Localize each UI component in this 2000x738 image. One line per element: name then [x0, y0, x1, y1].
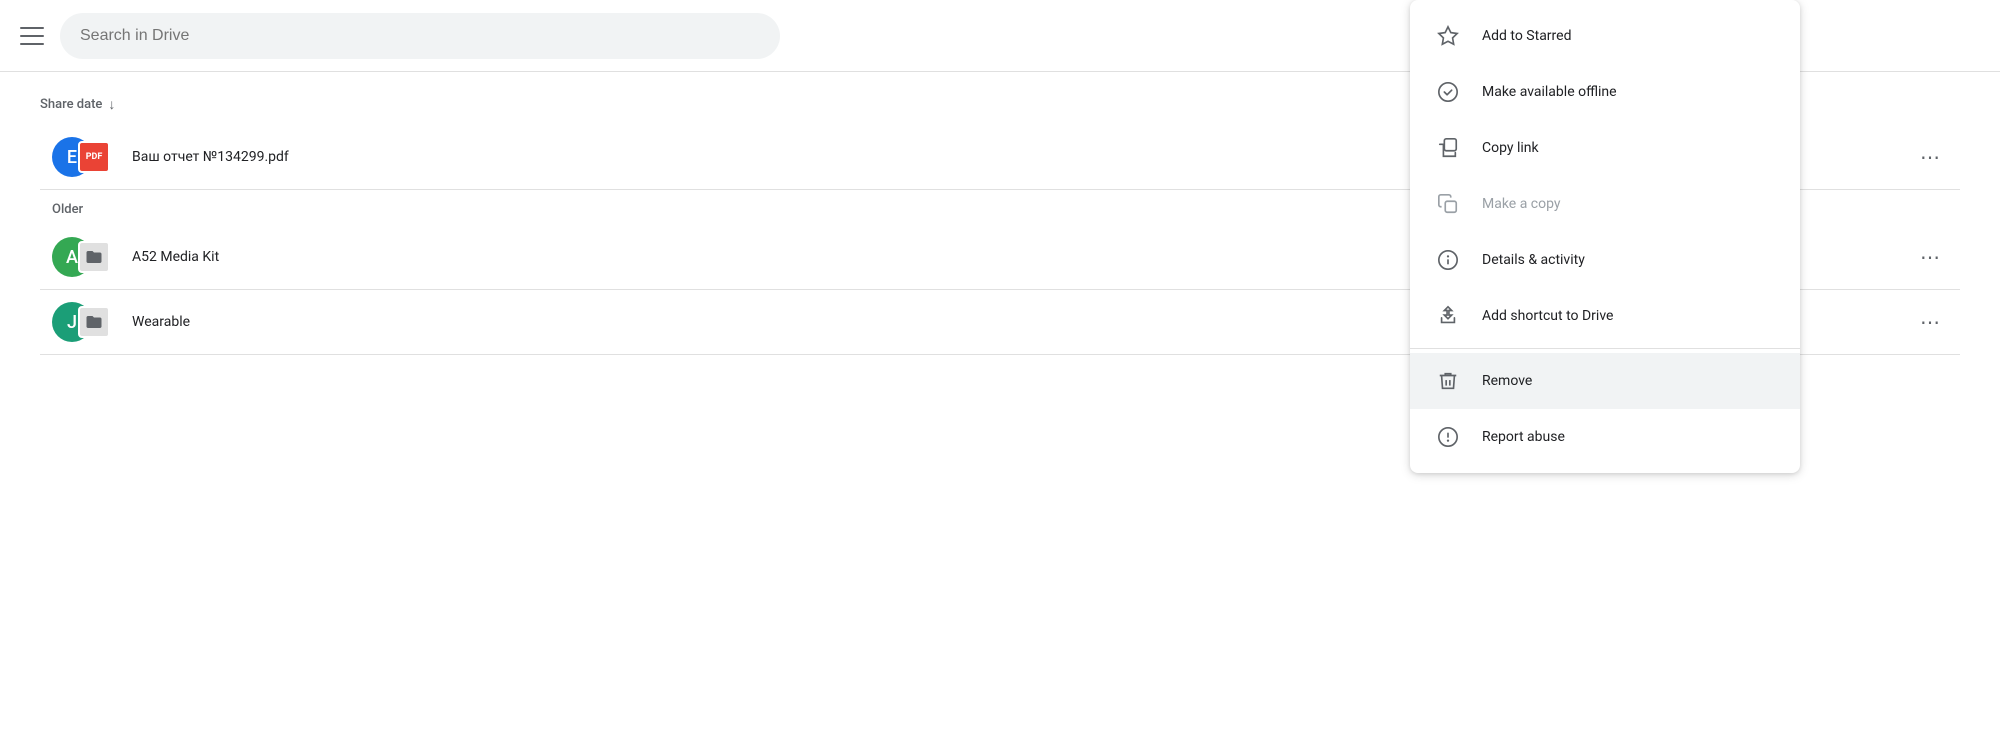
more-options-button[interactable]: ⋯ [1912, 141, 1948, 173]
copy-link-icon [1430, 130, 1466, 166]
menu-item-label-make-offline: Make available offline [1482, 84, 1617, 100]
sort-arrow-icon[interactable]: ↓ [108, 96, 115, 113]
folder-badge [78, 306, 110, 338]
menu-item-label-remove: Remove [1482, 373, 1532, 389]
menu-item-copy-link[interactable]: Copy link [1410, 120, 1800, 176]
offline-icon [1430, 74, 1466, 110]
avatar-group: A [52, 235, 116, 279]
menu-item-make-offline[interactable]: Make available offline [1410, 64, 1800, 120]
search-bar[interactable] [60, 13, 780, 59]
menu-item-make-copy[interactable]: Make a copy [1410, 176, 1800, 232]
menu-item-add-shortcut[interactable]: Add shortcut to Drive [1410, 288, 1800, 344]
avatar-group: E PDF [52, 135, 116, 179]
pdf-badge: PDF [78, 141, 110, 173]
avatar-group: J [52, 300, 116, 344]
star-icon [1430, 18, 1466, 54]
hamburger-menu[interactable] [20, 24, 44, 48]
file-name: Wearable [132, 314, 190, 330]
menu-item-label-details: Details & activity [1482, 252, 1585, 268]
menu-item-add-starred[interactable]: Add to Starred [1410, 8, 1800, 64]
info-icon [1430, 242, 1466, 278]
folder-badge [78, 241, 110, 273]
menu-item-label-report-abuse: Report abuse [1482, 429, 1565, 445]
trash-icon [1430, 363, 1466, 399]
file-name: Ваш отчет №134299.pdf [132, 149, 289, 165]
more-options-button[interactable]: ⋯ [1912, 241, 1948, 273]
menu-divider [1410, 348, 1800, 349]
menu-item-report-abuse[interactable]: Report abuse [1410, 409, 1800, 465]
copy-icon [1430, 186, 1466, 222]
menu-item-details[interactable]: Details & activity [1410, 232, 1800, 288]
file-name: A52 Media Kit [132, 249, 219, 265]
shortcut-icon [1430, 298, 1466, 334]
search-input[interactable] [80, 27, 760, 45]
warning-icon [1430, 419, 1466, 455]
more-options-button[interactable]: ⋯ [1912, 306, 1948, 338]
menu-item-label-add-shortcut: Add shortcut to Drive [1482, 308, 1613, 324]
menu-item-label-make-copy: Make a copy [1482, 196, 1561, 212]
context-menu: Add to Starred Make available offline Copy… [1410, 0, 1800, 473]
menu-item-label-copy-link: Copy link [1482, 140, 1539, 156]
menu-item-remove[interactable]: Remove [1410, 353, 1800, 409]
menu-item-label-add-starred: Add to Starred [1482, 28, 1571, 44]
